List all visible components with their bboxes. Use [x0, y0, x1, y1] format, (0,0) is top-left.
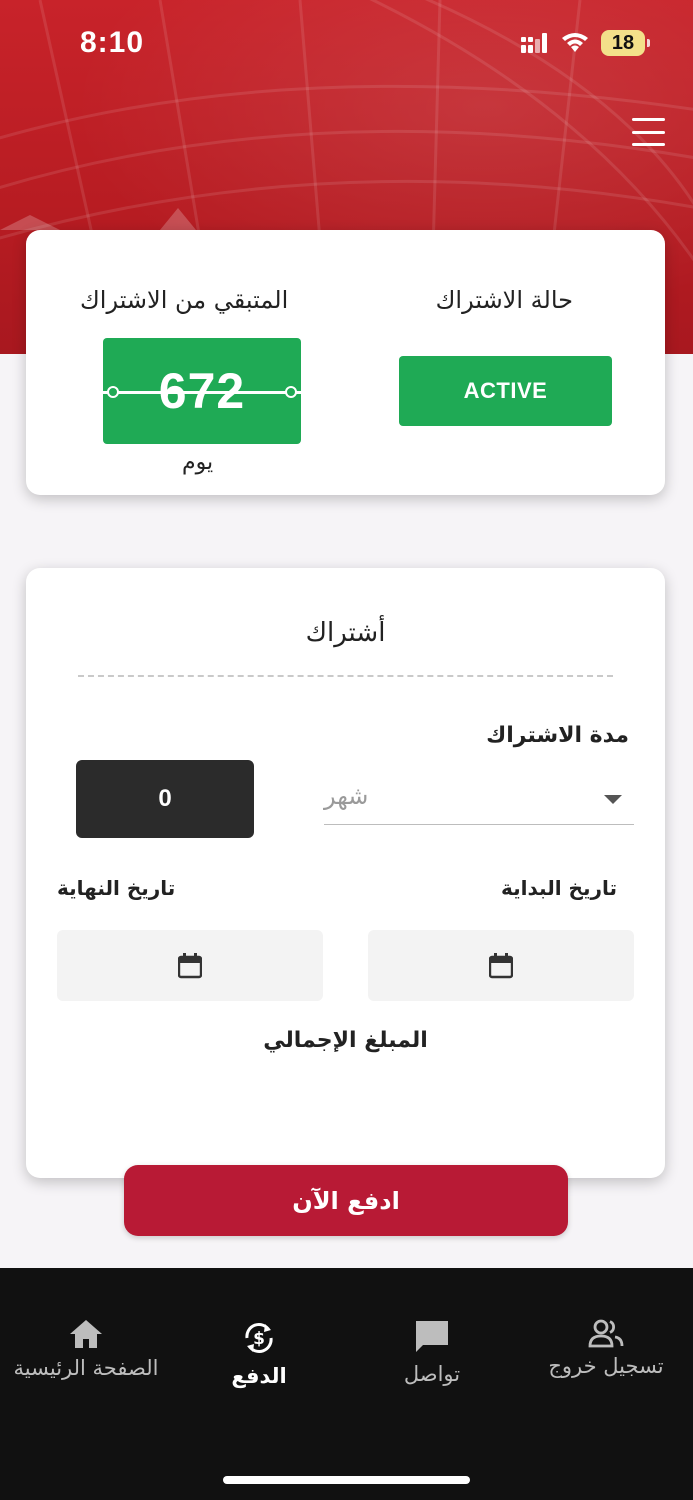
start-date-label: تاريخ البداية — [501, 876, 617, 900]
nav-label-logout: تسجيل خروج — [548, 1354, 664, 1378]
ticket-dot-left — [107, 386, 119, 398]
remaining-label: المتبقي من الاشتراك — [80, 286, 289, 314]
duration-select[interactable]: شهر — [324, 774, 634, 825]
currency-exchange-icon: $ — [245, 1323, 273, 1353]
nav-label-home: الصفحة الرئيسية — [13, 1356, 159, 1380]
bottom-nav: الصفحة الرئيسية $ الدفع تواصل تسجيل خروج — [0, 1268, 693, 1500]
duration-unit-value: شهر — [324, 782, 369, 810]
total-amount-label: المبلغ الإجمالي — [263, 1028, 428, 1053]
nav-item-logout[interactable]: تسجيل خروج — [542, 1318, 670, 1378]
svg-text:$: $ — [253, 1329, 265, 1349]
subscription-form-card: أشتراك مدة الاشتراك 0 شهر تاريخ النهاية … — [26, 568, 665, 1178]
pay-now-button[interactable]: ادفع الآن — [124, 1165, 568, 1236]
nav-label-payment: الدفع — [231, 1364, 287, 1388]
home-indicator — [223, 1476, 470, 1484]
ticket-line — [103, 391, 301, 394]
divider — [78, 675, 613, 677]
start-date-field[interactable] — [368, 930, 634, 1001]
duration-label: مدة الاشتراك — [486, 723, 629, 748]
end-date-label: تاريخ النهاية — [57, 876, 176, 900]
form-title: أشتراك — [305, 618, 386, 648]
people-icon — [588, 1319, 624, 1348]
status-bar: 8:10 18 — [0, 0, 693, 90]
signal-icon — [521, 33, 547, 53]
nav-item-contact[interactable]: تواصل — [380, 1318, 484, 1386]
duration-count[interactable]: 0 — [76, 760, 254, 838]
status-badge: ACTIVE — [399, 356, 612, 426]
end-date-field[interactable] — [57, 930, 323, 1001]
subscription-status-card: حالة الاشتراك المتبقي من الاشتراك ACTIVE… — [26, 230, 665, 495]
ticket-dot-right — [285, 386, 297, 398]
remaining-days-box: 672 — [103, 338, 301, 444]
chevron-down-icon — [604, 795, 622, 804]
remaining-unit: يوم — [182, 450, 214, 475]
calendar-icon — [489, 952, 513, 978]
calendar-icon — [178, 952, 202, 978]
nav-item-home[interactable]: الصفحة الرئيسية — [8, 1318, 164, 1380]
status-icons: 18 — [521, 30, 650, 56]
wifi-icon — [562, 33, 588, 52]
chat-icon — [416, 1321, 448, 1352]
home-icon — [70, 1320, 102, 1348]
battery-indicator: 18 — [601, 30, 650, 56]
menu-button[interactable] — [632, 118, 665, 146]
menu-icon — [632, 118, 665, 121]
status-label: حالة الاشتراك — [435, 286, 573, 314]
nav-item-payment[interactable]: $ الدفع — [212, 1318, 306, 1388]
status-time: 8:10 — [80, 26, 145, 59]
nav-label-contact: تواصل — [403, 1362, 461, 1386]
